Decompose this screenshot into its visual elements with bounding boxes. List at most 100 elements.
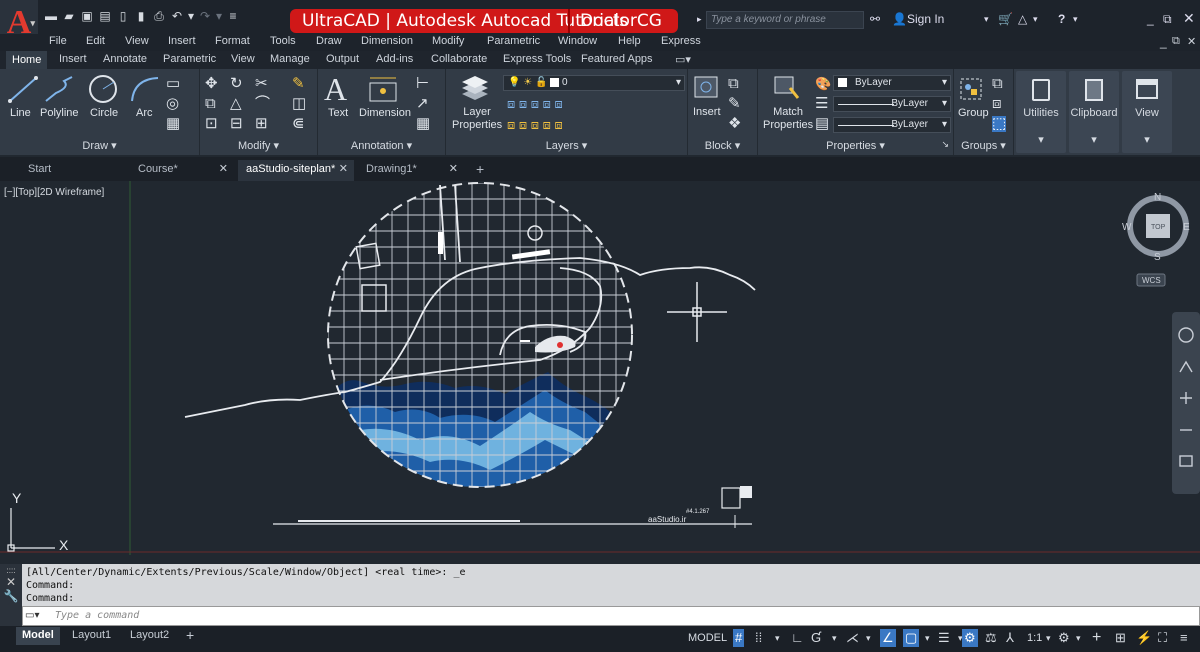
a360-dropdown-icon[interactable]: ▾ xyxy=(1033,14,1038,25)
sign-in-link[interactable]: Sign In xyxy=(907,12,944,26)
table-icon[interactable]: ▦ xyxy=(416,116,430,132)
menu-modify[interactable]: Modify xyxy=(432,35,464,47)
color-dropdown[interactable]: ByLayer ▾ xyxy=(833,75,951,91)
panel-block-title[interactable]: Block ▾ xyxy=(688,139,757,152)
help-icon[interactable]: ? xyxy=(1058,12,1065,26)
command-window-handle[interactable]: :::: ✕ 🔧 xyxy=(0,564,22,626)
polar-dropdown-icon[interactable]: ▾ xyxy=(832,629,837,647)
menu-view[interactable]: View xyxy=(125,35,149,47)
scale-icon[interactable]: ⊟ xyxy=(230,116,243,132)
tab-manage[interactable]: Manage xyxy=(270,53,310,65)
menu-express[interactable]: Express xyxy=(661,35,701,47)
gradient-icon[interactable]: ▦ xyxy=(166,116,180,132)
isodraft-icon[interactable]: ⋌ xyxy=(846,629,859,647)
file-tab-course[interactable]: Course* ✕ xyxy=(130,160,234,181)
restore-window-icon[interactable]: ⧉ xyxy=(1163,12,1172,27)
snap-dropdown-icon[interactable]: ▾ xyxy=(775,629,780,647)
hardware-acceleration-icon[interactable]: ⚡ xyxy=(1136,629,1152,647)
leader-icon[interactable]: ↗ xyxy=(416,96,429,112)
block-attributes-icon[interactable]: ❖ xyxy=(728,116,741,132)
tab-output[interactable]: Output xyxy=(326,53,359,65)
compass-e[interactable]: E xyxy=(1183,222,1190,233)
file-tab-siteplan[interactable]: aaStudio-siteplan* ✕ xyxy=(238,160,354,181)
view-button[interactable]: View ▾ xyxy=(1122,71,1172,153)
trim-icon[interactable]: ✂ xyxy=(255,76,268,92)
object-snap-tracking-icon[interactable]: ∠ xyxy=(880,629,896,647)
annotation-scale-dropdown-icon[interactable]: ▾ xyxy=(1046,629,1051,647)
plot-icon[interactable]: ⎙ xyxy=(152,9,166,23)
annotation-scale-icon[interactable]: ⅄ xyxy=(1006,629,1014,647)
a360-icon[interactable]: △ xyxy=(1018,12,1027,26)
layout-tab-model[interactable]: Model xyxy=(16,627,60,645)
arc-button[interactable]: Arc xyxy=(136,107,153,119)
panel-annotation-title[interactable]: Annotation ▾ xyxy=(318,139,445,152)
open-icon[interactable]: ▰ xyxy=(62,9,76,23)
doc-minimize-icon[interactable]: _ xyxy=(1160,35,1167,49)
close-icon[interactable]: ✕ xyxy=(219,160,228,179)
dimension-button[interactable]: Dimension xyxy=(359,107,411,119)
rotate-icon[interactable]: ↻ xyxy=(230,76,243,92)
new-tab-button[interactable]: + xyxy=(470,160,494,181)
ribbon-minimize-icon[interactable]: ▭▾ xyxy=(675,53,691,66)
tab-insert[interactable]: Insert xyxy=(59,53,87,65)
customize-qat-icon[interactable]: ≡ xyxy=(226,9,240,23)
create-block-icon[interactable]: ⧉ xyxy=(728,76,739,92)
wrench-icon[interactable]: 🔧 xyxy=(0,589,22,603)
doc-restore-icon[interactable]: ⧉ xyxy=(1172,35,1180,48)
annotation-autoscale-icon[interactable]: ⚖ xyxy=(985,629,997,647)
panel-groups-title[interactable]: Groups ▾ xyxy=(954,139,1013,152)
compass-n[interactable]: N xyxy=(1154,192,1161,203)
plus-icon[interactable]: + xyxy=(1092,629,1101,647)
file-tab-drawing1[interactable]: Drawing1* ✕ xyxy=(358,160,464,181)
minimize-window-icon[interactable]: _ xyxy=(1147,12,1154,26)
workspace-dropdown-icon[interactable]: ▾ xyxy=(1076,629,1081,647)
stretch-icon[interactable]: ⊡ xyxy=(205,116,218,132)
rectangle-icon[interactable]: ▭ xyxy=(166,76,180,92)
menu-parametric[interactable]: Parametric xyxy=(487,35,540,47)
layer-properties-button[interactable]: Layer Properties xyxy=(452,106,502,132)
tab-annotate[interactable]: Annotate xyxy=(103,53,147,65)
group-button[interactable]: Group xyxy=(958,107,989,119)
viewcube-top-label[interactable]: TOP xyxy=(1151,224,1166,231)
lineweight-display-icon[interactable]: ☰ xyxy=(938,629,950,647)
search-expand-icon[interactable]: ▸ xyxy=(697,14,702,25)
command-prompt-icon[interactable]: ▭▾ xyxy=(25,610,39,621)
offset-icon[interactable]: ⋐ xyxy=(292,116,305,132)
add-layout-button[interactable]: + xyxy=(180,627,200,645)
close-icon[interactable]: ✕ xyxy=(339,160,348,179)
panel-layers-title[interactable]: Layers ▾ xyxy=(446,139,687,152)
lineweight-dropdown[interactable]: ByLayer ▾ xyxy=(833,117,951,133)
user-icon[interactable]: 👤 xyxy=(892,12,907,26)
polyline-button[interactable]: Polyline xyxy=(40,107,79,119)
model-space-button[interactable]: MODEL xyxy=(688,629,727,647)
tab-collaborate[interactable]: Collaborate xyxy=(431,53,487,65)
save-icon[interactable]: ▣ xyxy=(80,9,94,23)
autodesk-app-store-icon[interactable]: 🛒 xyxy=(998,12,1013,26)
tab-view[interactable]: View xyxy=(231,53,255,65)
open-web-icon[interactable]: ▯ xyxy=(116,9,130,23)
ortho-icon[interactable]: ∟ xyxy=(791,629,804,647)
line-button[interactable]: Line xyxy=(10,107,31,119)
binoculars-icon[interactable]: ⚯ xyxy=(870,12,880,26)
layer-tool-icon[interactable]: ⧈ ⧈ ⧈ ⧈ ⧈ xyxy=(507,96,563,112)
edit-block-icon[interactable]: ✎ xyxy=(728,96,741,112)
array-icon[interactable]: ⊞ xyxy=(255,116,268,132)
match-properties-button[interactable]: Match Properties xyxy=(763,106,813,132)
panel-modify-title[interactable]: Modify ▾ xyxy=(200,139,317,152)
layout-tab-layout2[interactable]: Layout2 xyxy=(124,627,175,645)
snap-icon[interactable]: ⁞⁞ xyxy=(755,629,762,647)
explode-icon[interactable]: ◫ xyxy=(292,96,306,112)
tab-add-ins[interactable]: Add-ins xyxy=(376,53,413,65)
fillet-icon[interactable]: ⌒ xyxy=(255,96,270,112)
menu-file[interactable]: File xyxy=(49,35,67,47)
object-snap-icon[interactable]: ▢ xyxy=(903,629,920,647)
drawing-canvas[interactable]: #4.1.267 aaStudio.ir Y X TOP N S E W WCS xyxy=(0,181,1200,564)
close-icon[interactable]: ✕ xyxy=(449,160,458,179)
save-as-icon[interactable]: ▤ xyxy=(98,9,112,23)
grip-icon[interactable]: :::: xyxy=(0,566,22,575)
wcs-label[interactable]: WCS xyxy=(1142,276,1161,285)
linear-dim-icon[interactable]: ⊢ xyxy=(416,76,429,92)
insert-button[interactable]: Insert xyxy=(693,106,721,118)
doc-close-icon[interactable]: ✕ xyxy=(1187,35,1196,48)
clipboard-button[interactable]: Clipboard ▾ xyxy=(1069,71,1119,153)
